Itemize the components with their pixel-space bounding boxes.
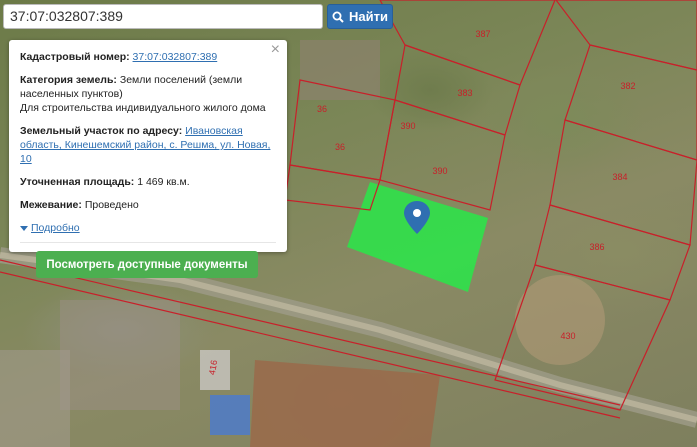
- parcel-info-popup: × Кадастровый номер: 37:07:032807:389 Ка…: [9, 40, 287, 278]
- close-icon[interactable]: ×: [271, 42, 280, 58]
- area-value: 1 469 кв.м.: [137, 176, 190, 188]
- cadastral-number-label: Кадастровый номер:: [20, 51, 130, 63]
- address-row: Земельный участок по адресу: Ивановская …: [20, 124, 276, 166]
- address-label: Земельный участок по адресу:: [20, 125, 183, 137]
- area-row: Уточненная площадь: 1 469 кв.м.: [20, 175, 276, 189]
- details-link[interactable]: Подробно: [20, 221, 276, 235]
- details-link-label: Подробно: [31, 222, 80, 234]
- land-purpose-value: Для строительства индивидуального жилого…: [20, 102, 266, 114]
- land-category-label: Категория земель:: [20, 74, 117, 86]
- divider: [20, 242, 276, 243]
- map-view[interactable]: 387 382 383 384 386 390 390 36 36 430 41…: [0, 0, 697, 447]
- land-category-row: Категория земель: Земли поселений (земли…: [20, 73, 276, 115]
- survey-label: Межевание:: [20, 199, 82, 211]
- find-button[interactable]: Найти: [327, 4, 393, 29]
- survey-value: Проведено: [84, 199, 139, 211]
- area-label: Уточненная площадь:: [20, 176, 135, 188]
- view-documents-button[interactable]: Посмотреть доступные документы: [36, 251, 258, 278]
- view-documents-button-label: Посмотреть доступные документы: [46, 258, 248, 271]
- cadastral-number-row: Кадастровый номер: 37:07:032807:389: [20, 50, 276, 64]
- find-button-label: Найти: [349, 9, 388, 24]
- survey-row: Межевание: Проведено: [20, 198, 276, 212]
- cadastral-number-link[interactable]: 37:07:032807:389: [133, 51, 218, 63]
- search-input[interactable]: 37:07:032807:389: [3, 4, 323, 29]
- triangle-down-icon: [20, 225, 28, 231]
- search-icon: [332, 11, 344, 23]
